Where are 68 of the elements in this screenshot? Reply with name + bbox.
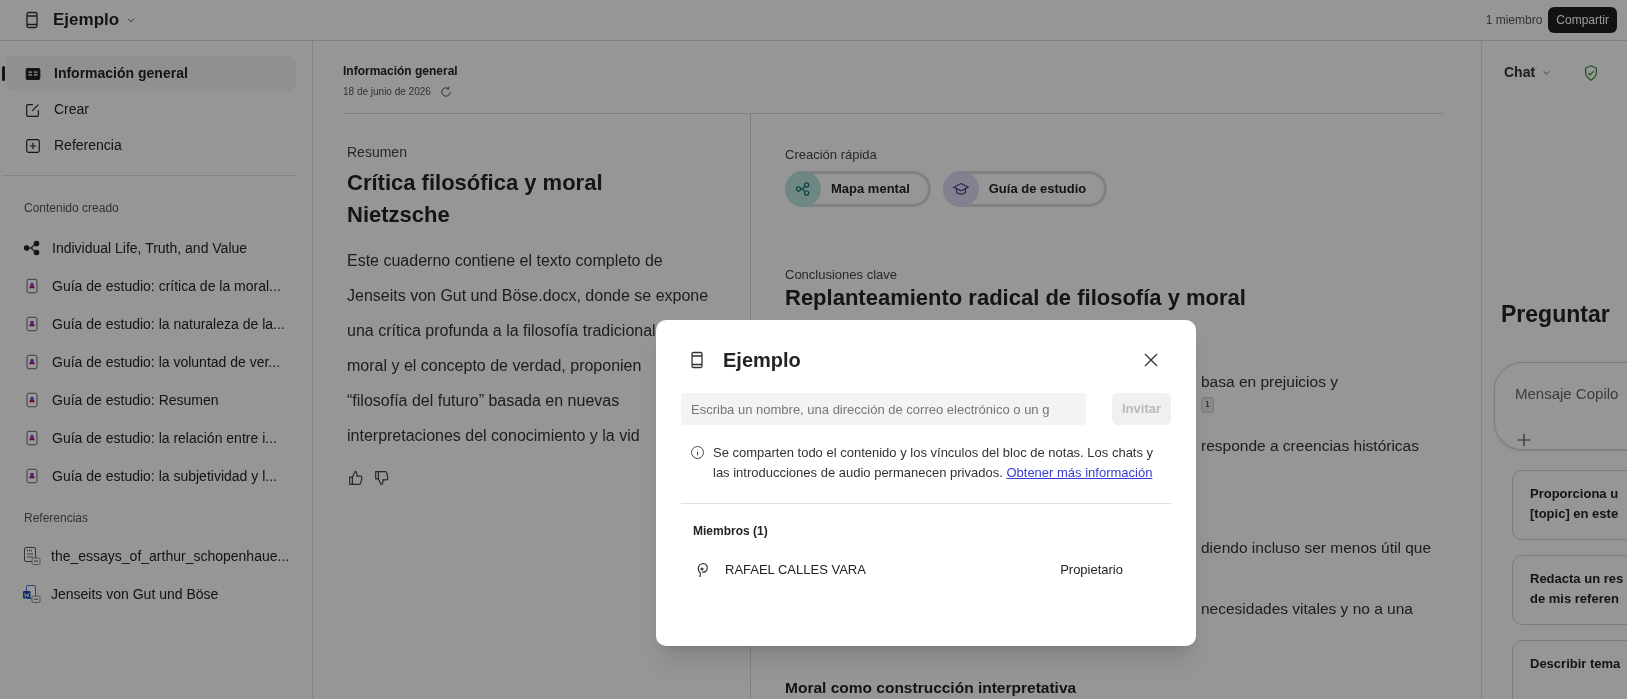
created-item[interactable]: Individual Life, Truth, and Value <box>0 229 312 267</box>
suggestion-card[interactable]: Proporciona u [topic] en este <box>1512 470 1627 540</box>
share-button[interactable]: Compartir <box>1548 7 1617 33</box>
conclusion-subtitle: Moral como construcción interpretativa <box>785 678 1078 698</box>
invite-field[interactable]: Escriba un nombre, una dirección de correo electrónico o un g <box>681 393 1086 425</box>
overview-date: 18 de junio de 2026 <box>343 85 431 99</box>
summary-text-line: Este cuaderno contiene el texto completo de <box>347 251 663 271</box>
created-item[interactable]: Guía de estudio: la naturaleza de la... <box>0 305 312 343</box>
suggestion-card[interactable]: Describir tema <box>1512 640 1627 699</box>
key-conclusions-label: Conclusiones clave <box>785 265 898 284</box>
conclusion-text: diendo incluso ser menos útil que <box>1201 538 1433 558</box>
dialog-title: Ejemplo <box>723 348 801 373</box>
summary-text-line: una crítica profunda a la filosofía tradicional <box>347 321 656 341</box>
notebook-title-dropdown[interactable]: Ejemplo <box>53 7 138 33</box>
summary-text-line: interpretaciones del conocimiento y la vid <box>347 426 640 446</box>
study-guide-icon <box>23 391 41 409</box>
summary-text-line: “filosofía del futuro” basada en nuevas <box>347 391 620 411</box>
refresh-icon[interactable] <box>438 84 453 99</box>
member-name: RAFAEL CALLES VARA <box>725 561 866 580</box>
mind-map-icon <box>23 239 41 257</box>
nav-item[interactable]: Crear <box>6 92 296 127</box>
created-item[interactable]: Guía de estudio: la subjetividad y l... <box>0 457 312 495</box>
created-item[interactable]: Guía de estudio: la voluntad de ver... <box>0 343 312 381</box>
conclusion-text: responde a creencias históricas <box>1201 436 1420 456</box>
quick-create-label: Creación rápida <box>785 146 878 164</box>
created-item[interactable]: Guía de estudio: la relación entre i... <box>0 419 312 457</box>
section-heading: Referencias <box>23 510 90 527</box>
study-guide-icon <box>23 315 41 333</box>
sharing-notice: Se comparten todo el contenido y los vínculos del bloc de notas. Los chats y las introducciones de audio permanecen privados. Obtener más información <box>713 444 1155 482</box>
summary-label: Resumen <box>347 143 408 162</box>
conclusion-text: necesidades vitales y no a una <box>1201 599 1414 619</box>
thumbs-down-icon[interactable] <box>373 469 391 487</box>
thumbs-up-icon[interactable] <box>347 469 365 487</box>
summary-title: Crítica filosófica y moral Nietzsche <box>347 169 604 229</box>
quick-create-button[interactable]: Mapa mental <box>785 170 931 207</box>
quick-create-button[interactable]: Guía de estudio <box>942 170 1108 207</box>
conclusion-text: basa en prejuicios y <box>1201 372 1339 392</box>
created-item[interactable]: Guía de estudio: crítica de la moral... <box>0 267 312 305</box>
study-guide-icon <box>23 429 41 447</box>
section-heading: Contenido creado <box>23 200 120 217</box>
learn-more-link[interactable]: Obtener más información <box>1006 465 1153 480</box>
message-field[interactable]: Mensaje Copilo <box>1494 361 1627 450</box>
nav-item[interactable]: Referencia <box>6 128 296 163</box>
summary-text-line: Jenseits von Gut und Böse.docx, donde se expone <box>347 286 709 306</box>
mind-map-icon <box>785 170 821 207</box>
suggestion-card[interactable]: Redacta un res de mis referen <box>1512 555 1627 625</box>
chat-heading: Preguntar <box>1501 300 1611 329</box>
add-icon <box>24 136 42 155</box>
study-guide-icon <box>23 353 41 371</box>
citation-badge[interactable]: 1 <box>1201 397 1214 413</box>
member-role: Propietario <box>1060 561 1123 580</box>
reference-item[interactable]: Jenseits von Gut und Böse <box>0 575 312 613</box>
key-conclusions-title: Replanteamiento radical de filosofía y moral <box>785 284 1247 312</box>
plus-icon[interactable] <box>1515 431 1533 449</box>
study-guide-icon <box>23 467 41 485</box>
selection-indicator <box>2 66 5 81</box>
members-heading: Miembros (1) <box>692 523 769 540</box>
member-count: 1 miembro <box>1485 12 1543 29</box>
chat-dropdown[interactable]: Chat <box>1504 62 1553 83</box>
created-item[interactable]: Guía de estudio: Resumen <box>0 381 312 419</box>
graduation-cap-icon <box>942 170 979 207</box>
reference-item[interactable]: the_essays_of_arthur_schopenhaue... <box>0 537 312 575</box>
info-icon <box>690 445 705 460</box>
pdf-link-icon <box>22 546 42 566</box>
study-guide-icon <box>23 277 41 295</box>
overview-title: Información general <box>343 63 459 80</box>
summary-text-line: moral y el concepto de verdad, proponien <box>347 356 642 376</box>
word-link-icon <box>22 584 42 604</box>
